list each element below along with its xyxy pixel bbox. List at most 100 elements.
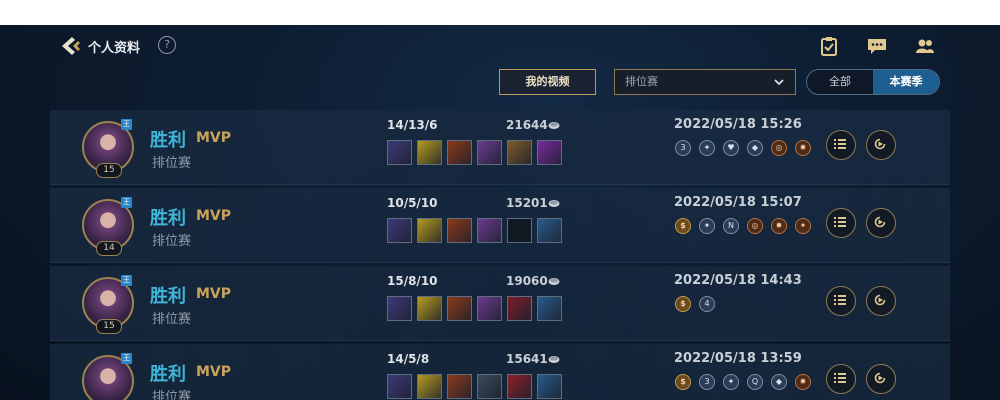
achievement-badge[interactable]: ✹ [795,374,811,390]
item-slot[interactable] [387,218,412,243]
chat-bubble-icon[interactable] [866,36,888,56]
achievement-badge[interactable]: 4 [699,296,715,312]
mvp-label: MVP [196,364,232,380]
achievement-badge[interactable]: 3 [675,140,691,156]
kda: 10/5/10 [387,196,438,210]
replay-button[interactable] [866,364,896,394]
item-slot[interactable] [447,296,472,321]
achievement-badge[interactable]: ✦ [699,140,715,156]
achievement-badge[interactable]: Q [747,374,763,390]
item-slot[interactable] [477,140,502,165]
item-slot[interactable] [447,140,472,165]
rank-badge: 王 [121,275,132,286]
replay-button[interactable] [866,130,896,160]
item-slot[interactable] [537,374,562,399]
rank-badge: 王 [121,353,132,364]
item-slot[interactable] [477,218,502,243]
list-icon [834,295,846,305]
mvp-label: MVP [196,130,232,146]
hero-level: 15 [96,319,122,334]
match-detail-button[interactable] [826,286,856,316]
match-mode: 排位赛 [152,234,192,249]
replay-icon [874,372,886,384]
item-slot[interactable] [507,296,532,321]
item-slot[interactable] [417,374,442,399]
item-slot[interactable] [507,140,532,165]
item-slot[interactable] [387,140,412,165]
gold-coin-icon [548,356,560,363]
list-icon [834,217,846,227]
item-build [387,140,567,168]
achievement-badge[interactable]: ✦ [723,374,739,390]
top-bar: 个人资料 ? [0,25,1000,65]
mode-select[interactable]: 排位赛 [614,69,796,95]
match-result: 胜利 [150,364,186,385]
achievement-badge[interactable]: ◎ [747,218,763,234]
item-slot[interactable] [447,218,472,243]
achievement-badge[interactable]: ✦ [795,218,811,234]
match-row[interactable]: 王 15 胜利 MVP 排位赛 15/8/10 19060 2022/05/18 14:43 $… [50,266,950,341]
item-slot[interactable] [537,140,562,165]
item-slot[interactable] [507,218,532,243]
match-detail-button[interactable] [826,130,856,160]
gold-amount: 19060 [506,274,548,288]
item-slot[interactable] [537,296,562,321]
achievement-badge[interactable]: ✦ [699,218,715,234]
my-videos-button[interactable]: 我的视频 [499,69,596,95]
gold-amount: 21644 [506,118,548,132]
achievement-badge[interactable]: ◆ [747,140,763,156]
match-row[interactable]: 王 15 胜利 MVP 排位赛 14/13/6 21644 2022/05/18 15:26 3… [50,110,950,185]
achievement-badge[interactable]: ✹ [771,218,787,234]
item-slot[interactable] [537,218,562,243]
match-row[interactable]: 王胜利 MVP 排位赛 14/5/8 15641 2022/05/18 13:59 $3 ✦ Q… [50,344,950,400]
list-icon [834,139,846,149]
match-detail-button[interactable] [826,364,856,394]
match-detail-button[interactable] [826,208,856,238]
mode-select-value: 排位赛 [625,75,658,88]
achievement-badge[interactable]: ✹ [795,140,811,156]
match-datetime: 2022/05/18 14:43 [674,273,802,288]
match-mode: 排位赛 [152,156,192,171]
achievement-badges: $ ✦ N ◎ ✹ ✦ [675,218,835,236]
tab-current-season[interactable]: 本赛季 [873,70,939,94]
replay-icon [874,294,886,306]
replay-icon [874,138,886,150]
item-slot[interactable] [387,374,412,399]
achievement-badge[interactable]: $ [675,218,691,234]
item-slot[interactable] [507,374,532,399]
match-row[interactable]: 王 14 胜利 MVP 排位赛 10/5/10 15201 2022/05/18 15:07 $… [50,188,950,263]
page-title: 个人资料 [88,41,141,56]
achievement-badge[interactable]: ◆ [771,374,787,390]
friends-icon[interactable] [914,36,936,56]
achievement-badge[interactable]: 3 [699,374,715,390]
item-build [387,296,567,324]
item-slot[interactable] [447,374,472,399]
achievement-badge[interactable]: ♥ [723,140,739,156]
tab-all[interactable]: 全部 [807,70,873,94]
replay-button[interactable] [866,286,896,316]
achievement-badges: 3 ✦ ♥ ◆ ◎ ✹ [675,140,835,158]
achievement-badges: $4 [675,296,835,314]
match-mode: 排位赛 [152,390,192,400]
achievement-badge[interactable]: $ [675,374,691,390]
replay-button[interactable] [866,208,896,238]
item-slot[interactable] [477,374,502,399]
item-slot[interactable] [477,296,502,321]
achievement-badge[interactable]: ◎ [771,140,787,156]
match-datetime: 2022/05/18 15:07 [674,195,802,210]
gold-amount: 15641 [506,352,548,366]
item-slot[interactable] [417,296,442,321]
match-datetime: 2022/05/18 13:59 [674,351,802,366]
clipboard-check-icon[interactable] [818,36,840,56]
item-slot[interactable] [387,296,412,321]
back-chevron-icon[interactable] [58,35,84,57]
hero-avatar: 王 14 [82,197,134,256]
item-slot[interactable] [417,140,442,165]
achievement-badge[interactable]: N [723,218,739,234]
season-toggle: 全部 本赛季 [806,69,940,95]
app-window: 个人资料 ? 我的视频 排位赛 全部 本赛季 王 15 胜利 MVP 排位赛 1… [0,25,1000,400]
filter-bar: 我的视频 排位赛 全部 本赛季 [0,68,1000,98]
item-slot[interactable] [417,218,442,243]
achievement-badge[interactable]: $ [675,296,691,312]
help-circle-icon[interactable]: ? [158,36,176,54]
